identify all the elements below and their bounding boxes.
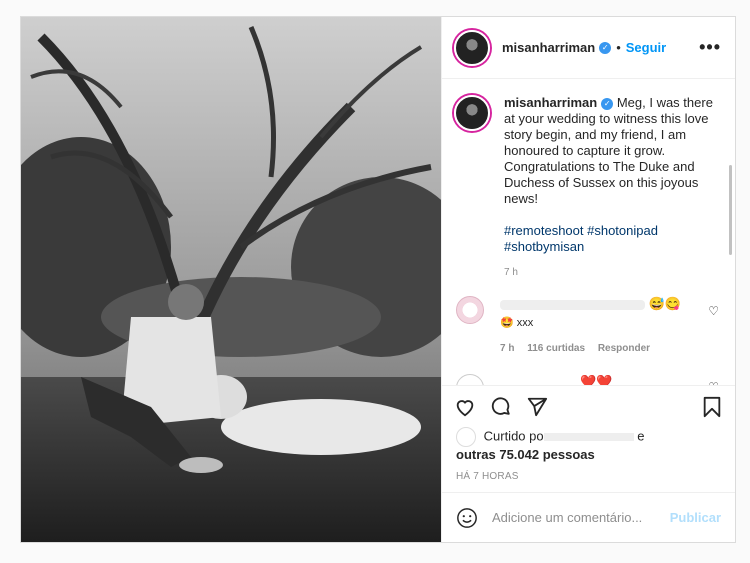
caption-block: misanharriman ✓ Meg, I was there at your … [454, 95, 721, 278]
post-sidebar: misanharriman ✓ • Seguir ••• misanharrim… [441, 17, 735, 542]
likes-count[interactable]: outras 75.042 pessoas [456, 447, 595, 462]
comment-icon[interactable] [490, 396, 512, 418]
action-bar [442, 385, 735, 427]
post-header: misanharriman ✓ • Seguir ••• [442, 17, 735, 79]
like-comment-icon[interactable]: ♡ [708, 304, 719, 318]
comment-emoji: ❤️❤️ [580, 374, 613, 385]
caption-avatar[interactable] [454, 95, 490, 131]
likes-summary: Curtido po e outras 75.042 pessoas [442, 427, 735, 463]
comment-item: 😅😋 🤩 xxx 7 h 116 curtidas Responder ♡ [454, 296, 721, 354]
like-icon[interactable] [454, 396, 476, 418]
comment-text: xxx [516, 317, 534, 329]
liker-avatar[interactable] [456, 427, 476, 447]
liked-by-prefix: Curtido po [483, 428, 544, 444]
commenter-avatar[interactable] [456, 296, 484, 324]
commenter-avatar[interactable] [456, 374, 484, 385]
publish-button[interactable]: Publicar [670, 510, 721, 525]
caption-hashtags[interactable]: #remoteshoot #shotonipad #shotbymisan [504, 223, 719, 255]
post-photo[interactable] [21, 17, 441, 542]
comment-lead-emoji: 🤩 [500, 317, 514, 329]
like-comment-icon[interactable]: ♡ [708, 380, 719, 385]
comment-time[interactable]: 7 h [500, 343, 514, 354]
comments-list[interactable]: misanharriman ✓ Meg, I was there at your … [442, 79, 735, 385]
blurred-liker [543, 433, 634, 441]
author-username[interactable]: misanharriman [502, 40, 595, 55]
share-icon[interactable] [526, 396, 548, 418]
liked-by-suffix: e [637, 428, 645, 444]
comment-emoji: 😅😋 [648, 296, 681, 311]
separator-dot: • [616, 40, 621, 55]
follow-button[interactable]: Seguir [626, 40, 666, 55]
emoji-icon[interactable] [456, 507, 478, 529]
photo-image [21, 17, 441, 542]
comment-item: ❤️❤️ ♡ [454, 374, 721, 385]
comment-body: 😅😋 🤩 xxx 7 h 116 curtidas Responder [500, 296, 681, 354]
more-options-icon[interactable]: ••• [699, 37, 721, 58]
caption-text: misanharriman ✓ Meg, I was there at your … [504, 95, 719, 255]
verified-icon: ✓ [601, 98, 614, 110]
comment-meta: 7 h 116 curtidas Responder [500, 343, 681, 354]
comment-likes[interactable]: 116 curtidas [527, 343, 585, 354]
scrollbar[interactable] [729, 165, 732, 255]
post-modal: misanharriman ✓ • Seguir ••• misanharrim… [20, 16, 736, 543]
author-avatar[interactable] [454, 29, 490, 66]
verified-icon: ✓ [599, 41, 612, 54]
post-timestamp[interactable]: HÁ 7 HORAS [442, 463, 735, 492]
comment-input[interactable]: Adicione um comentário... [492, 510, 670, 525]
add-comment-bar: Adicione um comentário... Publicar [442, 492, 735, 542]
blurred-username [500, 299, 645, 310]
reply-button[interactable]: Responder [598, 343, 650, 354]
caption-time[interactable]: 7 h [504, 267, 719, 278]
caption-username[interactable]: misanharriman [504, 95, 597, 110]
caption-body: Meg, I was there at your wedding to witn… [504, 95, 713, 206]
bookmark-icon[interactable] [701, 396, 723, 418]
